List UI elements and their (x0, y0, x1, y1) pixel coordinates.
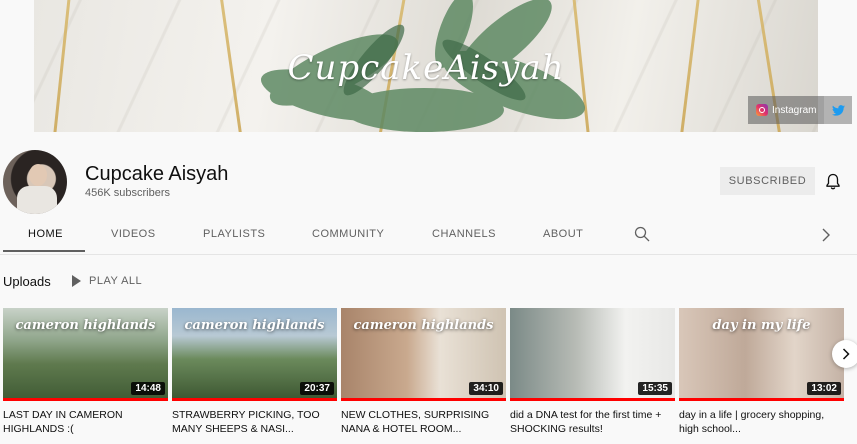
chevron-right-icon[interactable] (821, 228, 831, 242)
play-all-button[interactable]: PLAY ALL (72, 275, 142, 287)
subscribed-button[interactable]: SUBSCRIBED (720, 167, 815, 195)
video-thumbnail[interactable]: cameron highlands 20:37 (172, 308, 337, 401)
tab-about[interactable]: ABOUT (543, 228, 583, 240)
channel-avatar[interactable] (3, 150, 67, 214)
shelf-next-button[interactable] (832, 340, 857, 368)
thumbnail-text: cameron highlands (184, 318, 325, 333)
divider (0, 254, 857, 255)
active-tab-indicator (3, 250, 85, 252)
video-card[interactable]: day in my life 13:02 day in a life | gro… (679, 308, 844, 436)
chevron-right-icon (842, 348, 850, 360)
video-duration: 34:10 (469, 382, 503, 395)
tab-videos[interactable]: VIDEOS (111, 228, 156, 240)
uploads-heading[interactable]: Uploads (3, 274, 51, 289)
channel-page: CupcakeAisyah Instagram Cupcake Aisyah 4… (0, 0, 857, 444)
video-thumbnail[interactable]: cameron highlands 34:10 (341, 308, 506, 401)
twitter-link[interactable] (824, 96, 853, 124)
subscriber-count: 456K subscribers (85, 187, 170, 199)
instagram-link[interactable]: Instagram (748, 96, 824, 124)
video-title[interactable]: LAST DAY IN CAMERON HIGHLANDS :( (3, 408, 168, 436)
video-duration: 20:37 (300, 382, 334, 395)
thumbnail-text: day in my life (712, 318, 811, 333)
channel-tabs: HOME VIDEOS PLAYLISTS COMMUNITY CHANNELS… (0, 218, 857, 254)
video-title[interactable]: STRAWBERRY PICKING, TOO MANY SHEEPS & NA… (172, 408, 337, 436)
channel-banner: CupcakeAisyah (34, 0, 818, 132)
tab-home[interactable]: HOME (28, 228, 63, 240)
notification-bell-icon[interactable] (825, 173, 841, 191)
video-duration: 14:48 (131, 382, 165, 395)
search-icon[interactable] (634, 226, 650, 242)
tab-community[interactable]: COMMUNITY (312, 228, 384, 240)
video-thumbnail[interactable]: 15:35 (510, 308, 675, 401)
video-card[interactable]: cameron highlands 14:48 LAST DAY IN CAME… (3, 308, 168, 436)
video-card[interactable]: cameron highlands 20:37 STRAWBERRY PICKI… (172, 308, 337, 436)
watch-progress-bar (172, 398, 337, 401)
video-card[interactable]: cameron highlands 34:10 NEW CLOTHES, SUR… (341, 308, 506, 436)
banner-title: CupcakeAisyah (287, 48, 565, 88)
twitter-icon (831, 104, 845, 116)
watch-progress-bar (3, 398, 168, 401)
instagram-icon (756, 104, 768, 116)
video-thumbnail[interactable]: cameron highlands 14:48 (3, 308, 168, 401)
watch-progress-bar (679, 398, 844, 401)
thumbnail-text: cameron highlands (15, 318, 156, 333)
play-all-label: PLAY ALL (89, 275, 143, 287)
channel-links: Instagram (748, 96, 853, 124)
instagram-label: Instagram (772, 104, 817, 116)
tab-playlists[interactable]: PLAYLISTS (203, 228, 265, 240)
video-title[interactable]: NEW CLOTHES, SURPRISING NANA & HOTEL ROO… (341, 408, 506, 436)
video-title[interactable]: did a DNA test for the first time + SHOC… (510, 408, 675, 436)
play-icon (72, 275, 81, 287)
watch-progress-bar (341, 398, 506, 401)
video-card[interactable]: 15:35 did a DNA test for the first time … (510, 308, 675, 436)
video-duration: 15:35 (638, 382, 672, 395)
video-duration: 13:02 (807, 382, 841, 395)
video-title[interactable]: day in a life | grocery shopping, high s… (679, 408, 844, 436)
video-thumbnail[interactable]: day in my life 13:02 (679, 308, 844, 401)
watch-progress-bar (510, 398, 675, 401)
tab-channels[interactable]: CHANNELS (432, 228, 496, 240)
thumbnail-text: cameron highlands (353, 318, 494, 333)
channel-name: Cupcake Aisyah (85, 163, 229, 185)
